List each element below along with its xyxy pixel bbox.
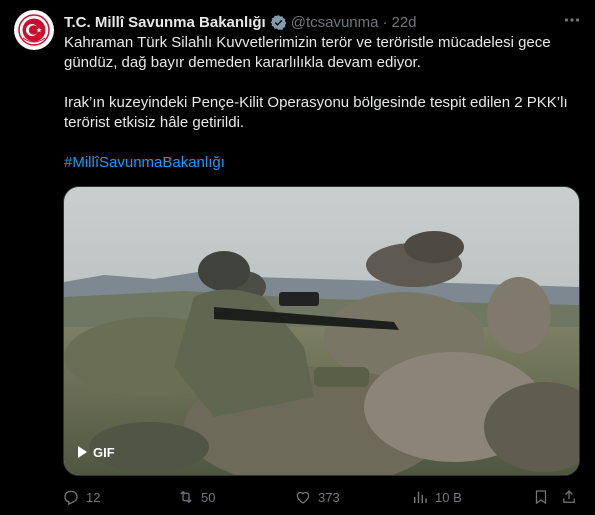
reply-count: 12 bbox=[86, 489, 101, 505]
retweet-count: 50 bbox=[201, 489, 216, 505]
views-button[interactable]: 10 B bbox=[411, 488, 462, 506]
tweet-text: Kahraman Türk Silahlı Kuvvetlerimizin te… bbox=[64, 33, 580, 173]
separator-dot: · bbox=[382, 13, 388, 31]
author-name[interactable]: T.C. Millî Savunma Bakanlığı bbox=[64, 14, 266, 31]
soldier-photo bbox=[64, 187, 579, 475]
retweet-icon bbox=[180, 490, 192, 504]
ministry-emblem-icon bbox=[15, 11, 53, 49]
like-button[interactable]: 373 bbox=[294, 488, 340, 506]
verified-badge-icon bbox=[270, 14, 287, 30]
hashtag-link[interactable]: #MillîSavunmaBakanlığı bbox=[64, 153, 580, 173]
more-options-button[interactable] bbox=[562, 10, 582, 30]
heart-icon bbox=[296, 491, 310, 504]
gif-badge[interactable]: GIF bbox=[74, 439, 136, 465]
bookmark-button[interactable] bbox=[532, 488, 550, 506]
reply-icon bbox=[64, 490, 78, 506]
tweet-paragraph-2: Irak’ın kuzeyindeki Pençe-Kilit Operasyo… bbox=[64, 94, 568, 131]
share-button[interactable] bbox=[560, 488, 578, 506]
author-handle[interactable]: @tcsavunma bbox=[291, 14, 379, 31]
views-chart-icon bbox=[414, 491, 427, 503]
timestamp[interactable]: 22d bbox=[391, 14, 416, 31]
tweet-header: T.C. Millî Savunma Bakanlığı @tcsavunma … bbox=[64, 12, 417, 32]
media-gif[interactable]: GIF bbox=[63, 186, 580, 476]
view-count: 10 B bbox=[435, 489, 462, 505]
reply-button[interactable]: 12 bbox=[62, 488, 100, 506]
bookmark-icon bbox=[535, 490, 547, 505]
retweet-button[interactable]: 50 bbox=[177, 488, 215, 506]
gif-label: GIF bbox=[93, 444, 115, 460]
play-icon bbox=[78, 446, 87, 458]
more-dots-icon bbox=[564, 18, 580, 22]
avatar[interactable] bbox=[14, 10, 54, 50]
share-icon bbox=[563, 490, 575, 503]
tweet-paragraph-1: Kahraman Türk Silahlı Kuvvetlerimizin te… bbox=[64, 34, 551, 71]
action-bar: 12 50 373 10 B bbox=[62, 486, 582, 508]
tweet-card[interactable]: T.C. Millî Savunma Bakanlığı @tcsavunma … bbox=[0, 0, 595, 515]
like-count: 373 bbox=[318, 489, 340, 505]
